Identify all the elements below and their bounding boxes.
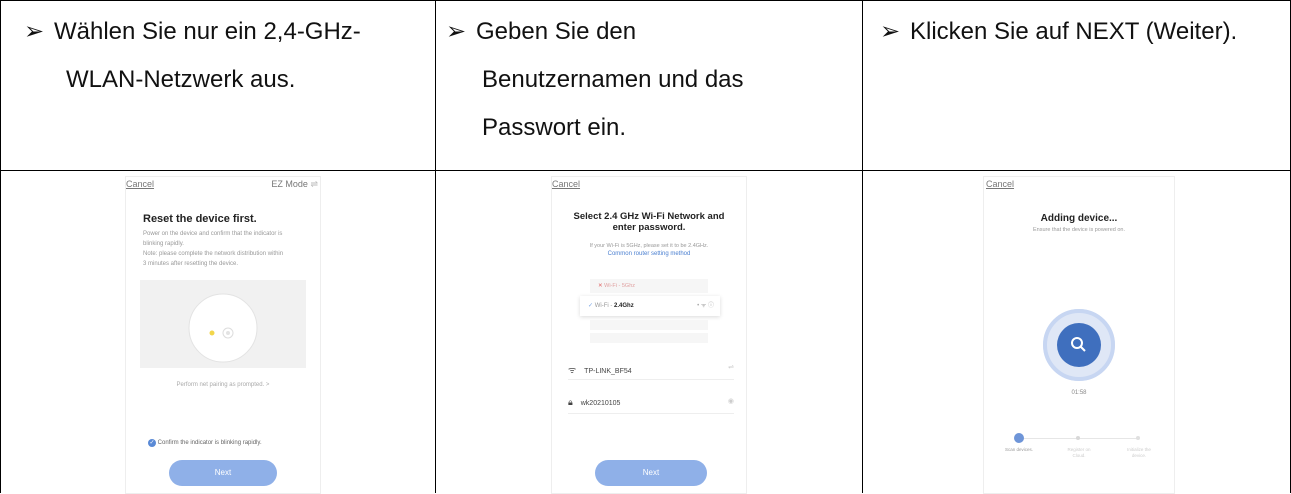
- pairing-prompt-link[interactable]: Perform net pairing as prompted. >: [126, 380, 320, 390]
- wifi-hint: If your Wi-Fi is 5GHz, please set it to …: [589, 243, 709, 249]
- device-indicator-icon: [188, 293, 258, 363]
- wifi-illustration: ✕ Wi-Fi - 5Ghz ✓ Wi-Fi - 2.4Ghz • ᯤ ⓘ: [580, 277, 720, 347]
- divider: [568, 413, 734, 414]
- lock-icon: 🔒︎: [568, 397, 573, 407]
- table-border-col2: [862, 0, 863, 493]
- device-illustration: [140, 280, 306, 368]
- router-help-link[interactable]: Common router setting method: [552, 251, 746, 257]
- screenshot-wifi-select: Cancel Select 2.4 GHz Wi-Fi Network and …: [551, 176, 747, 494]
- adding-title: Adding device...: [1040, 213, 1118, 224]
- wifi-title: Select 2.4 GHz Wi-Fi Network and enter p…: [552, 211, 746, 233]
- progress-steps: Scan devices. Register on Cloud. Initial…: [1004, 433, 1154, 473]
- table-border-top: [0, 0, 1291, 1]
- cancel-link[interactable]: Cancel: [552, 179, 580, 189]
- instruction-cell-3: ➢ Klicken Sie auf NEXT (Weiter).: [880, 8, 1237, 56]
- step-3-icon: [1136, 436, 1140, 440]
- instruction-cell-2: ➢ Geben Sie den Benutzernamen und das Pas…: [446, 8, 744, 152]
- screenshot-reset-device: Cancel EZ Mode ⇌ Reset the device first.…: [125, 176, 321, 494]
- arrow-bullet-icon: ➢: [446, 18, 467, 45]
- ssid-row[interactable]: ᯤ TP-LINK_BF54 ⇌: [568, 363, 734, 376]
- wifi-status-icons: • ᯤ ⓘ: [697, 303, 714, 309]
- confirm-label: Confirm the indicator is blinking rapidl…: [157, 440, 262, 446]
- adding-subtitle: Ensure that the device is powered on.: [1032, 227, 1126, 233]
- table-border-left: [0, 0, 1, 493]
- instruction-text: Benutzernamen und das: [482, 66, 744, 93]
- swap-icon: ⇌: [310, 179, 318, 189]
- reset-desc-line: Power on the device and confirm that the…: [143, 231, 283, 237]
- reset-description: Power on the device and confirm that the…: [143, 229, 315, 269]
- mode-text: EZ Mode: [271, 179, 308, 189]
- table-border-middle: [0, 170, 1291, 171]
- step-2-icon: [1076, 436, 1080, 440]
- step-2-label: Register on Cloud.: [1067, 447, 1091, 458]
- checkbox-checked-icon[interactable]: ✓: [148, 439, 156, 447]
- password-row[interactable]: 🔒︎ wk20210105 ◉: [568, 397, 734, 408]
- wifi-24ghz-row: ✓ Wi-Fi - 2.4Ghz • ᯤ ⓘ: [580, 296, 720, 316]
- reset-desc-line: 3 minutes after resetting the device.: [143, 261, 239, 267]
- eye-icon[interactable]: ◉: [728, 397, 734, 405]
- instruction-cell-1: ➢ Wählen Sie nur ein 2,4-GHz- WLAN-Netzwe…: [24, 8, 361, 104]
- wifi-title-line: enter password.: [612, 222, 686, 233]
- swap-icon[interactable]: ⇌: [728, 363, 734, 371]
- countdown-timer: 01:58: [1071, 390, 1087, 396]
- next-button[interactable]: Next: [595, 460, 707, 486]
- next-button[interactable]: Next: [169, 460, 277, 486]
- password-field[interactable]: wk20210105: [581, 400, 621, 407]
- instruction-text: WLAN-Netzwerk aus.: [66, 66, 296, 93]
- reset-desc-line: Note: please complete the network distri…: [143, 251, 284, 257]
- cross-icon: ✕: [598, 283, 603, 289]
- instruction-text: Klicken Sie auf NEXT (Weiter).: [910, 18, 1238, 45]
- wifi-5ghz-row: ✕ Wi-Fi - 5Ghz: [590, 279, 708, 293]
- step-1-label: Scan devices.: [1004, 447, 1033, 452]
- checkmark-icon: ✓: [588, 303, 594, 309]
- step-1-icon: [1014, 433, 1024, 443]
- wifi-icon: ᯤ: [568, 365, 577, 375]
- cancel-link[interactable]: Cancel: [126, 179, 154, 189]
- ssid-field[interactable]: TP-LINK_BF54: [584, 368, 631, 375]
- reset-title: Reset the device first.: [143, 213, 257, 225]
- wifi-title-line: Select 2.4 GHz Wi-Fi Network and: [573, 211, 725, 222]
- mode-label[interactable]: EZ Mode ⇌: [271, 179, 318, 190]
- wifi-24ghz-prefix: Wi-Fi -: [594, 303, 615, 309]
- divider: [568, 379, 734, 380]
- wifi-5ghz-label: Wi-Fi - 5Ghz: [604, 283, 636, 289]
- table-border-col1: [435, 0, 436, 493]
- confirm-checkbox-row[interactable]: ✓ Confirm the indicator is blinking rapi…: [148, 439, 262, 447]
- wifi-24ghz-label: 2.4Ghz: [614, 303, 634, 309]
- step-3-label: Initialize the device.: [1127, 447, 1151, 458]
- wifi-placeholder-row: [590, 320, 708, 330]
- instruction-text: Geben Sie den: [476, 18, 637, 45]
- progress-ring: [1043, 309, 1115, 381]
- arrow-bullet-icon: ➢: [24, 18, 45, 45]
- screenshot-adding-device: Cancel Adding device... Ensure that the …: [983, 176, 1175, 494]
- cancel-link[interactable]: Cancel: [986, 179, 1014, 189]
- instruction-text: Wählen Sie nur ein 2,4-GHz-: [54, 18, 361, 45]
- reset-desc-line: blinking rapidly.: [143, 241, 184, 247]
- wifi-placeholder-row: [590, 333, 708, 343]
- instruction-text: Passwort ein.: [482, 114, 627, 141]
- arrow-bullet-icon: ➢: [880, 18, 901, 45]
